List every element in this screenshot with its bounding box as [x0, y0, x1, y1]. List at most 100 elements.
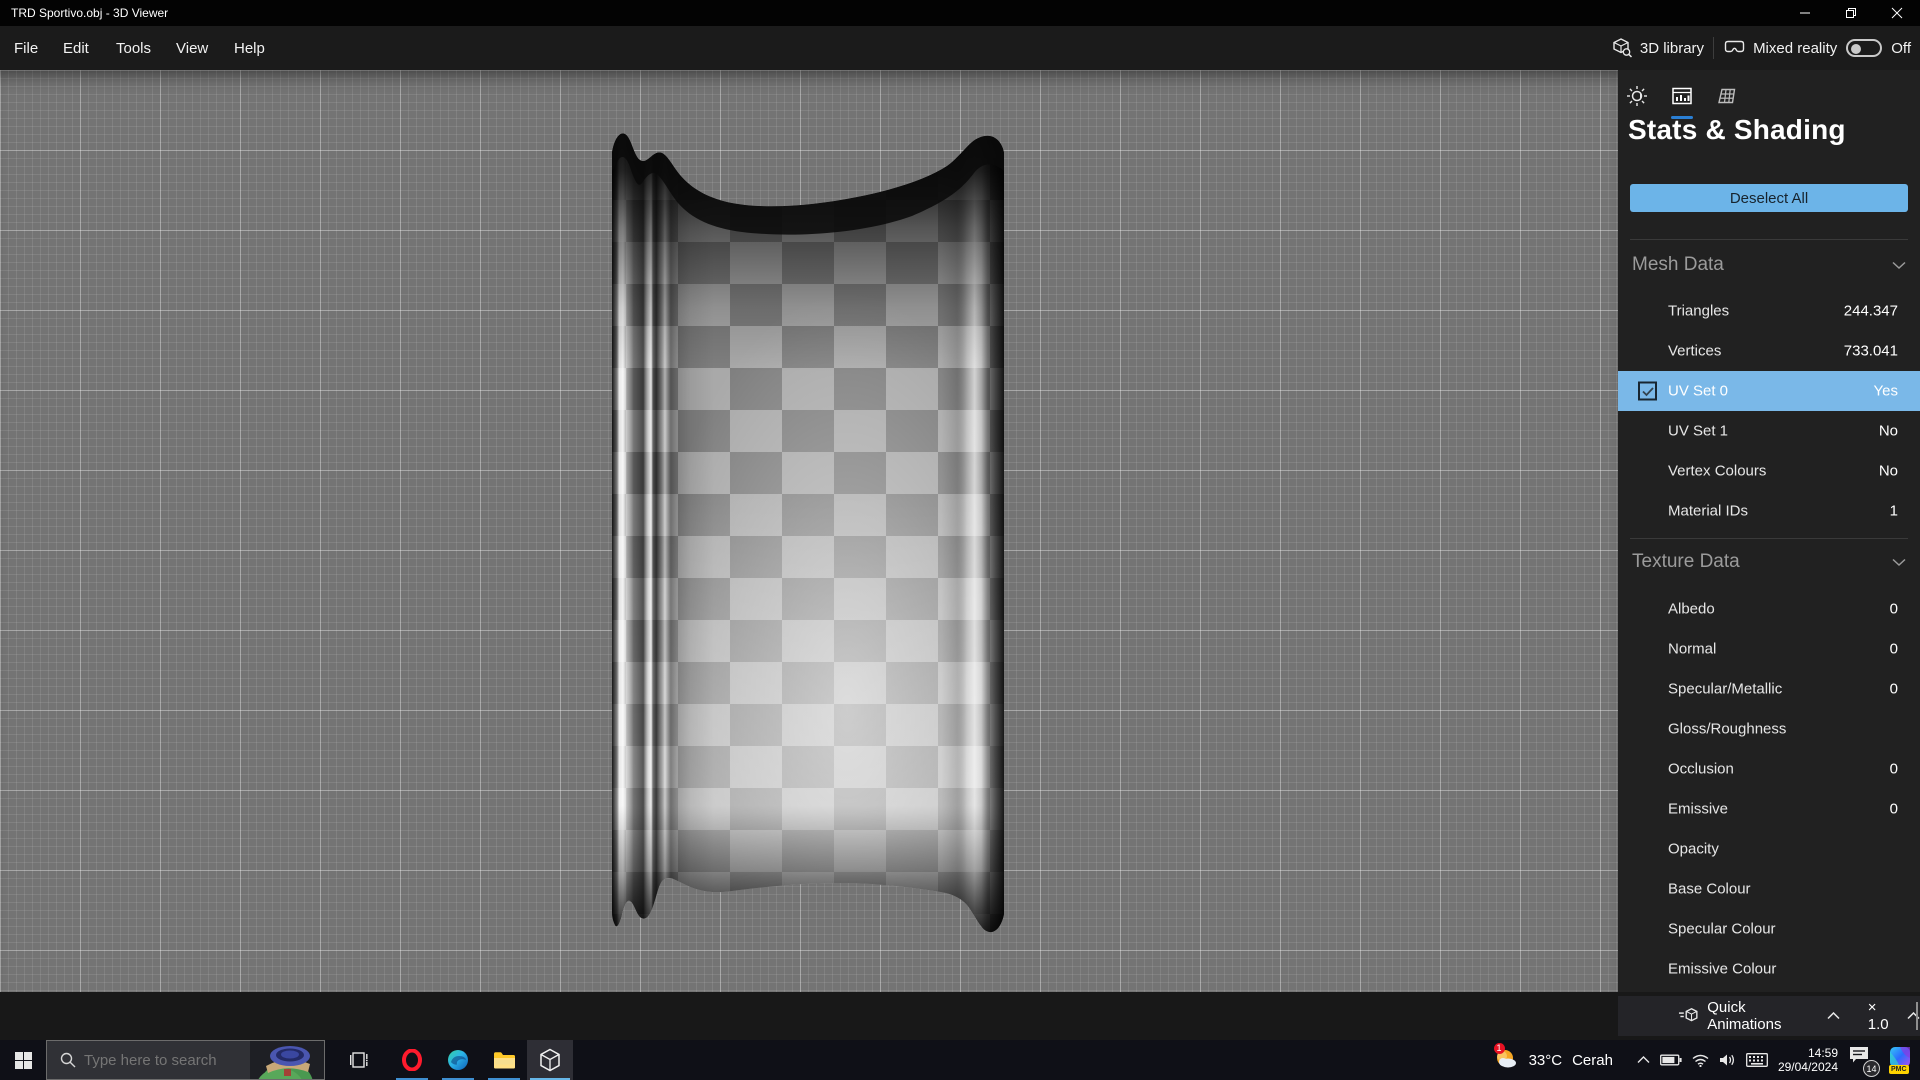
screen: TRD Sportivo.obj - 3D Viewer File Edit T… — [0, 0, 1920, 1080]
stat-row-material-ids[interactable]: Material IDs 1 — [1618, 491, 1920, 531]
search-input[interactable] — [76, 1052, 250, 1069]
weather-badge: 1 — [1494, 1043, 1505, 1054]
mixed-reality-state: Off — [1891, 40, 1911, 57]
battery-icon[interactable] — [1660, 1054, 1682, 1066]
weather-condition[interactable]: Cerah — [1572, 1052, 1613, 1069]
menu-divider — [1713, 37, 1714, 59]
section-divider — [1630, 538, 1908, 539]
file-explorer-taskbar-button[interactable] — [481, 1040, 527, 1080]
clock-date: 29/04/2024 — [1778, 1060, 1838, 1074]
tray-chevron-up-icon[interactable] — [1637, 1056, 1650, 1064]
viewport-3d[interactable] — [0, 70, 1618, 992]
panel-title: Stats & Shading — [1628, 114, 1846, 146]
checkmark-icon — [1642, 386, 1654, 396]
stats-shading-icon[interactable] — [1671, 85, 1693, 107]
system-tray: 1 33°C Cerah — [1493, 1040, 1920, 1080]
stat-row-uv-set-0[interactable]: UV Set 0 Yes — [1618, 371, 1920, 411]
3d-library-button[interactable]: 3D library — [1611, 38, 1704, 58]
3d-viewer-icon — [539, 1048, 561, 1072]
task-view-icon — [350, 1050, 370, 1070]
menu-tools[interactable]: Tools — [104, 26, 163, 70]
window-title: TRD Sportivo.obj - 3D Viewer — [11, 6, 168, 20]
wifi-icon[interactable] — [1692, 1054, 1709, 1067]
taskbar: 1 33°C Cerah — [0, 1040, 1920, 1080]
chevron-down-icon — [1892, 558, 1906, 567]
stat-row-uv-set-1[interactable]: UV Set 1 No — [1618, 411, 1920, 451]
model-trd-sportivo[interactable] — [612, 131, 1004, 934]
pc-manager-label: PMC — [1889, 1065, 1909, 1074]
weather-widget[interactable]: 1 — [1493, 1046, 1519, 1075]
menu-view[interactable]: View — [164, 26, 220, 70]
sidebar-scrollbar[interactable] — [1916, 1002, 1918, 1030]
stat-row-specular-metallic[interactable]: Specular/Metallic 0 — [1618, 669, 1920, 709]
start-icon — [15, 1052, 32, 1069]
restore-icon — [1845, 7, 1857, 19]
chevron-down-icon — [1892, 261, 1906, 270]
toggle-knob — [1851, 44, 1861, 54]
weather-temp[interactable]: 33°C — [1529, 1052, 1563, 1069]
stat-row-normal[interactable]: Normal 0 — [1618, 629, 1920, 669]
deselect-all-button[interactable]: Deselect All — [1630, 184, 1908, 212]
stat-row-base-colour[interactable]: Base Colour — [1618, 869, 1920, 909]
grid-table-icon[interactable] — [1716, 85, 1738, 107]
animation-speed[interactable]: × 1.0 — [1868, 999, 1901, 1033]
mixed-reality-toggle[interactable] — [1846, 39, 1882, 57]
chevron-up-icon[interactable] — [1827, 1012, 1840, 1020]
3d-library-label: 3D library — [1640, 40, 1704, 57]
close-icon — [1891, 7, 1903, 19]
uv-set-0-checkbox[interactable] — [1638, 382, 1657, 401]
stat-row-gloss-roughness[interactable]: Gloss/Roughness — [1618, 709, 1920, 749]
stat-row-emissive[interactable]: Emissive 0 — [1618, 789, 1920, 829]
mixed-reality-group: Mixed reality — [1723, 39, 1837, 57]
pc-manager-button[interactable]: PMC — [1888, 1046, 1914, 1074]
quick-animations-icon — [1678, 1007, 1699, 1025]
volume-icon[interactable] — [1719, 1053, 1736, 1067]
menu-bar: File Edit Tools View Help 3D library Mix… — [0, 26, 1920, 70]
quick-animations-label[interactable]: Quick Animations — [1707, 999, 1819, 1033]
3d-library-icon — [1611, 38, 1633, 58]
stat-row-vertex-colours[interactable]: Vertex Colours No — [1618, 451, 1920, 491]
menu-file[interactable]: File — [2, 26, 50, 70]
model-surface — [612, 131, 1004, 934]
opera-icon — [401, 1049, 423, 1071]
stat-row-vertices[interactable]: Vertices 733.041 — [1618, 331, 1920, 371]
stat-row-emissive-colour[interactable]: Emissive Colour — [1618, 949, 1920, 989]
minimize-button[interactable] — [1782, 0, 1828, 26]
stat-row-occlusion[interactable]: Occlusion 0 — [1618, 749, 1920, 789]
file-explorer-icon — [493, 1051, 516, 1070]
texture-data-header[interactable]: Texture Data — [1632, 546, 1906, 578]
stat-row-opacity[interactable]: Opacity — [1618, 829, 1920, 869]
start-button[interactable] — [0, 1040, 46, 1080]
menu-help[interactable]: Help — [222, 26, 277, 70]
title-bar: TRD Sportivo.obj - 3D Viewer — [0, 0, 1920, 26]
mesh-data-header[interactable]: Mesh Data — [1632, 249, 1906, 281]
mixed-reality-icon — [1723, 39, 1746, 57]
mixed-reality-label: Mixed reality — [1753, 40, 1837, 57]
close-button[interactable] — [1874, 0, 1920, 26]
notification-badge: 14 — [1863, 1060, 1880, 1077]
minimize-icon — [1799, 7, 1811, 19]
3d-viewer-taskbar-button[interactable] — [527, 1040, 573, 1080]
restore-button[interactable] — [1828, 0, 1874, 26]
section-divider — [1630, 239, 1908, 240]
search-icon — [60, 1052, 76, 1068]
taskbar-clock[interactable]: 14:59 29/04/2024 — [1778, 1046, 1838, 1074]
app-bottom-bar: Quick Animations × 1.0 — [0, 992, 1920, 1040]
task-view-button[interactable] — [337, 1040, 383, 1080]
stat-row-albedo[interactable]: Albedo 0 — [1618, 589, 1920, 629]
taskbar-search[interactable] — [46, 1040, 325, 1080]
environment-sun-icon[interactable] — [1626, 85, 1648, 107]
stat-row-triangles[interactable]: Triangles 244.347 — [1618, 291, 1920, 331]
edge-icon — [447, 1049, 469, 1071]
menu-edit[interactable]: Edit — [51, 26, 101, 70]
opera-taskbar-button[interactable] — [389, 1040, 435, 1080]
quick-animations-bar: Quick Animations × 1.0 — [1618, 996, 1920, 1036]
stat-row-specular-colour[interactable]: Specular Colour — [1618, 909, 1920, 949]
chevron-up-icon[interactable] — [1907, 1012, 1920, 1020]
teapot-highlight[interactable] — [250, 1040, 324, 1080]
edge-taskbar-button[interactable] — [435, 1040, 481, 1080]
clock-time: 14:59 — [1778, 1046, 1838, 1060]
notification-center-button[interactable]: 14 — [1848, 1045, 1878, 1075]
stats-panel: Stats & Shading Deselect All Mesh Data T… — [1618, 70, 1920, 992]
keyboard-icon[interactable] — [1746, 1053, 1768, 1067]
